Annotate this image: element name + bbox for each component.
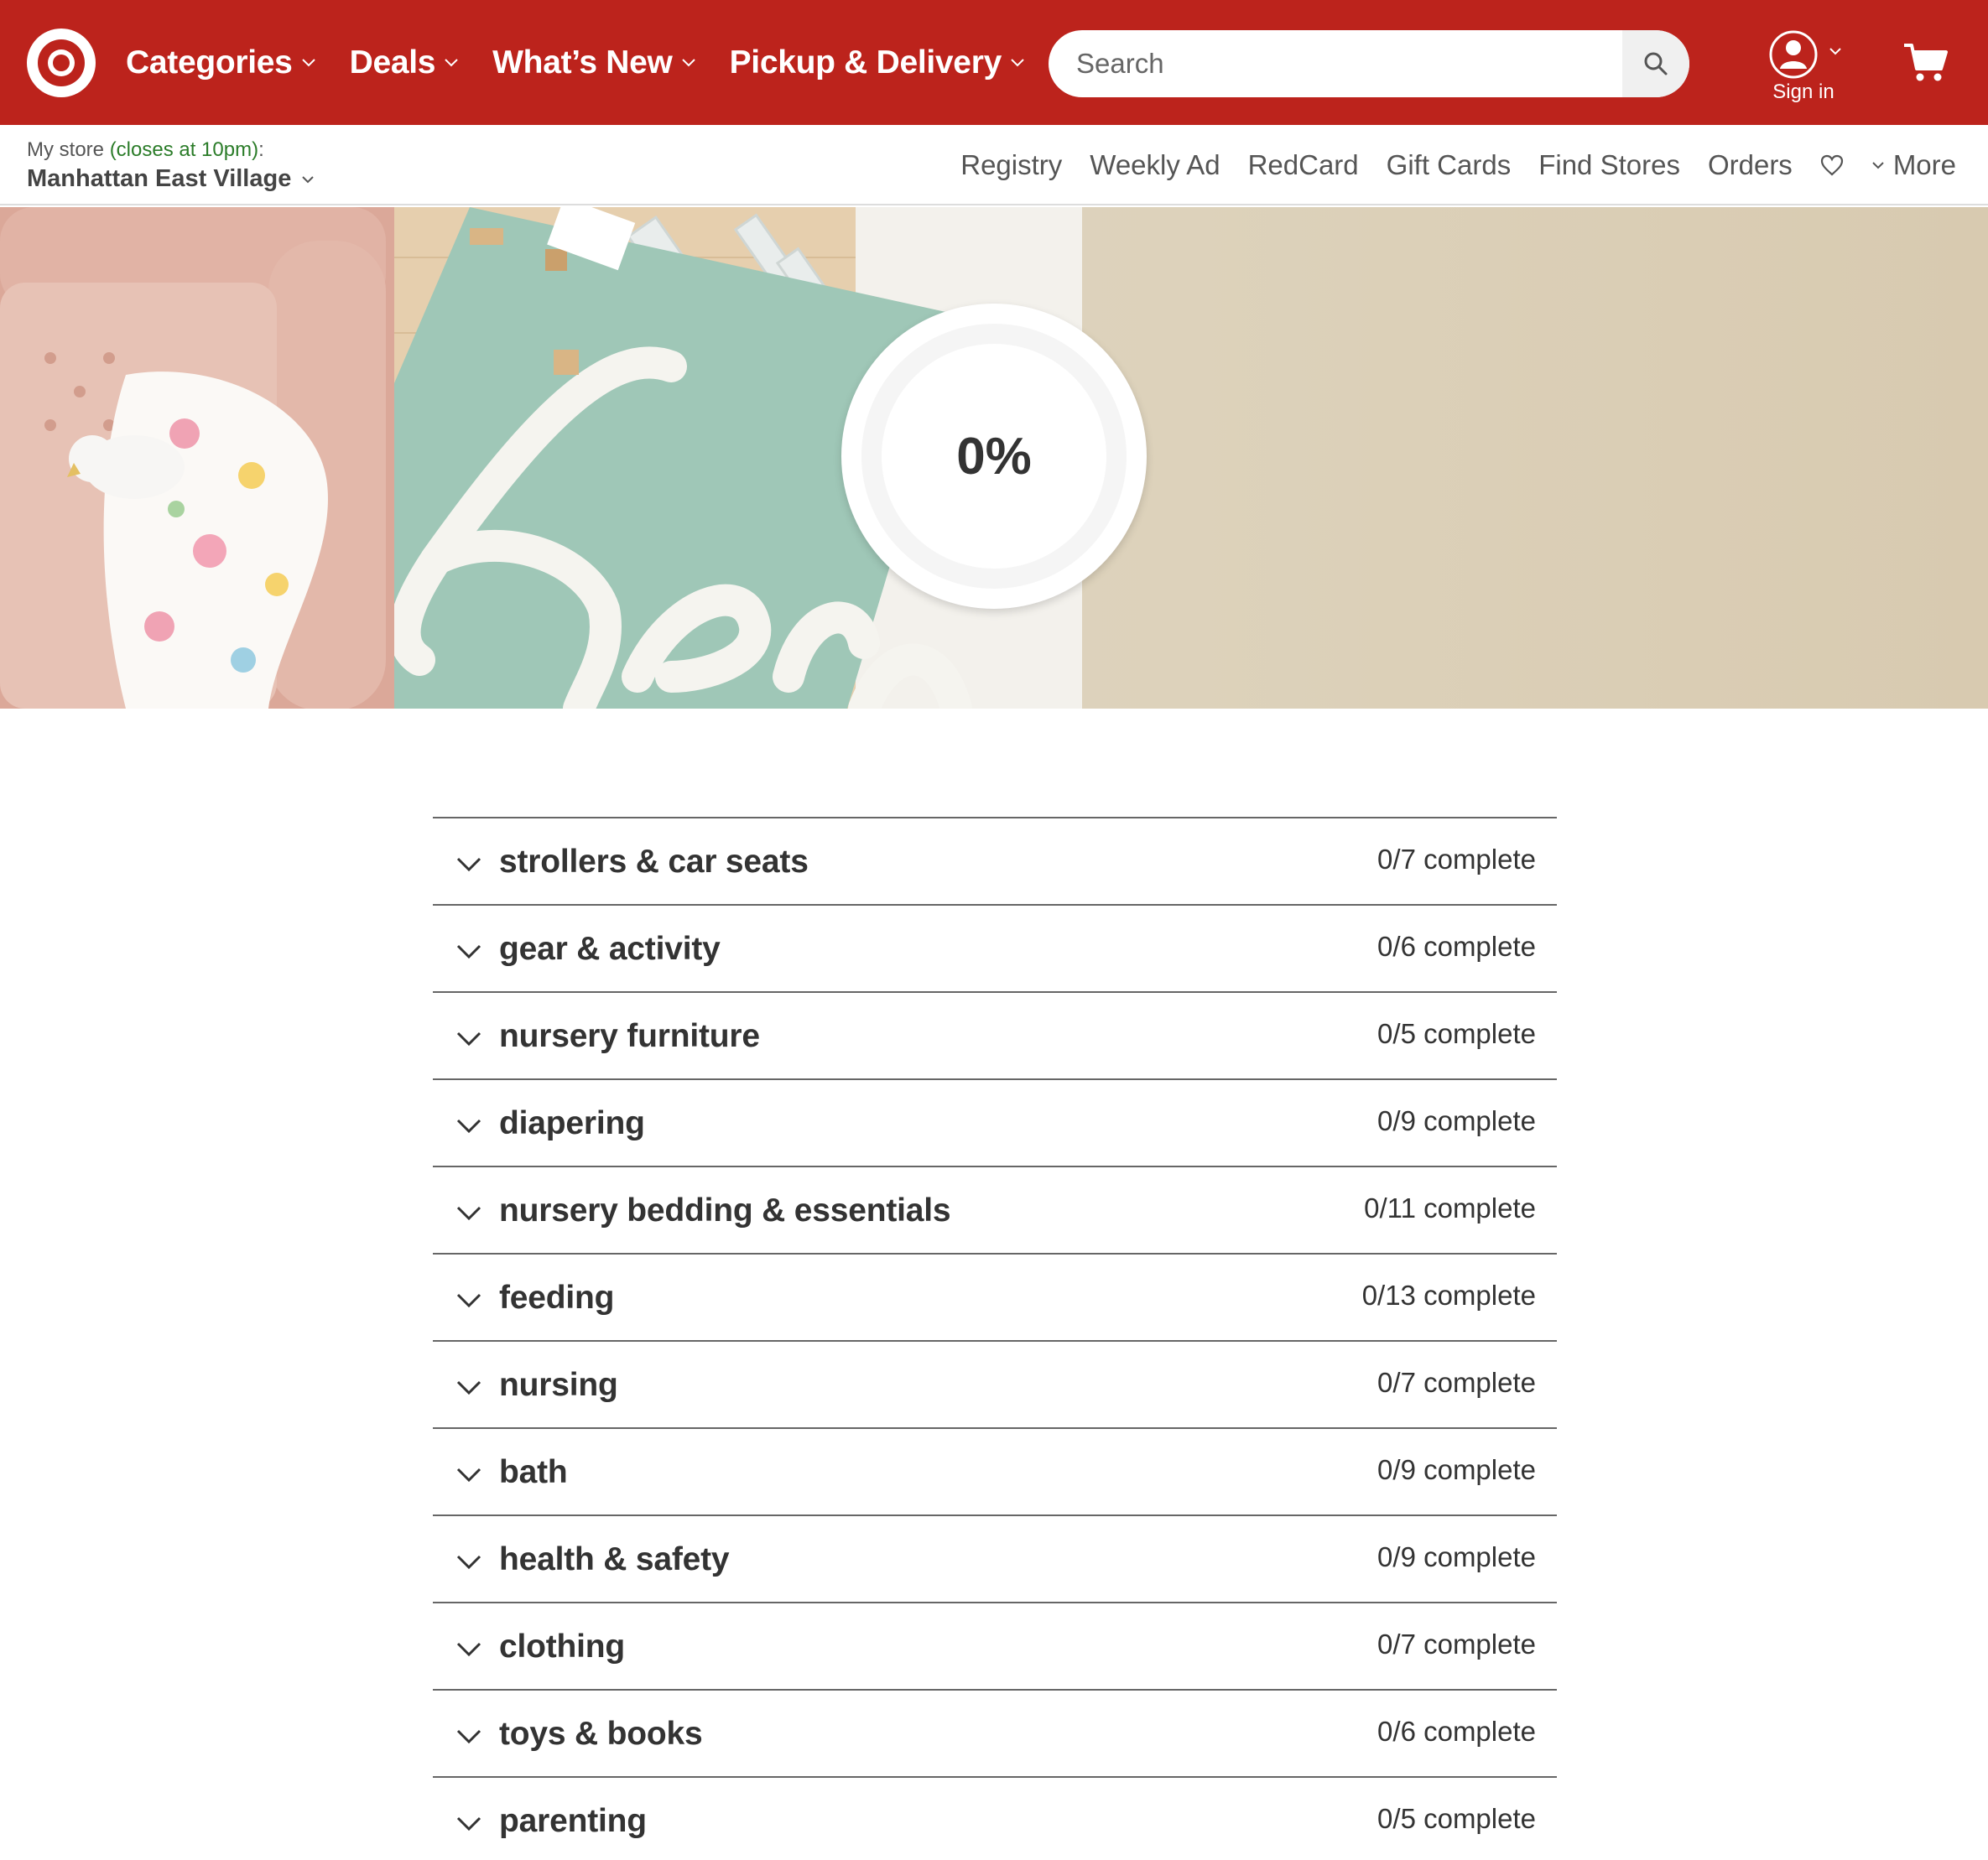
chevron-down-icon [302, 175, 315, 183]
category-name: feeding [499, 1280, 615, 1316]
category-name: nursery furniture [499, 1018, 760, 1054]
link-gift-cards[interactable]: Gift Cards [1387, 149, 1512, 181]
favorites-link[interactable] [1820, 154, 1844, 176]
chevron-down-icon [456, 1816, 481, 1831]
sub-header: My store (closes at 10pm): Manhattan Eas… [0, 125, 1988, 205]
store-selector[interactable]: My store (closes at 10pm): Manhattan Eas… [27, 138, 315, 193]
link-registry[interactable]: Registry [960, 149, 1062, 181]
category-count: 0/6 complete [1377, 931, 1536, 962]
category-count: 0/7 complete [1377, 1629, 1536, 1660]
category-name: strollers & car seats [499, 844, 809, 880]
checklist-row[interactable]: parenting 0/5 complete [433, 1778, 1557, 1860]
checklist-row[interactable]: gear & activity 0/6 complete [433, 906, 1557, 993]
category-count: 0/6 complete [1377, 1716, 1536, 1747]
checklist-row[interactable]: feeding 0/13 complete [433, 1255, 1557, 1342]
chevron-down-icon [456, 1380, 481, 1395]
account-menu[interactable]: Sign in [1762, 29, 1845, 104]
category-count: 0/9 complete [1377, 1541, 1536, 1572]
chevron-down-icon [1011, 58, 1024, 66]
more-menu[interactable]: More [1871, 149, 1956, 181]
store-info: My store (closes at 10pm): [27, 138, 315, 162]
category-name: diapering [499, 1105, 645, 1141]
category-name: health & safety [499, 1541, 730, 1577]
category-name: nursery bedding & essentials [499, 1192, 951, 1229]
search-button[interactable] [1622, 30, 1689, 97]
progress-ring: 0% [841, 304, 1147, 609]
category-count: 0/11 complete [1364, 1192, 1536, 1224]
chevron-down-icon [456, 1555, 481, 1570]
progress-percent: 0% [956, 427, 1032, 486]
chevron-down-icon [456, 1206, 481, 1221]
category-name: toys & books [499, 1716, 703, 1752]
category-count: 0/7 complete [1377, 844, 1536, 875]
nav-whats-new[interactable]: What’s New [492, 44, 695, 81]
category-name: bath [499, 1454, 568, 1490]
category-count: 0/13 complete [1361, 1280, 1536, 1311]
chevron-down-icon [456, 1031, 481, 1047]
link-redcard[interactable]: RedCard [1248, 149, 1359, 181]
checklist-row[interactable]: nursery furniture 0/5 complete [433, 993, 1557, 1080]
category-name: parenting [499, 1803, 647, 1839]
store-prefix: My store [27, 138, 105, 161]
chevron-down-icon [681, 58, 695, 66]
chevron-down-icon [445, 58, 458, 66]
category-name: clothing [499, 1629, 626, 1665]
category-count: 0/7 complete [1377, 1367, 1536, 1398]
checklist-row[interactable]: nursing 0/7 complete [433, 1342, 1557, 1429]
store-name-row[interactable]: Manhattan East Village [27, 165, 315, 193]
chevron-down-icon [1829, 48, 1841, 55]
category-count: 0/9 complete [1377, 1454, 1536, 1485]
category-name: gear & activity [499, 931, 721, 967]
nav-label: Categories [126, 44, 293, 81]
link-orders[interactable]: Orders [1708, 149, 1793, 181]
category-count: 0/5 complete [1377, 1018, 1536, 1049]
registry-checklist: strollers & car seats 0/7 complete gear … [433, 817, 1557, 1860]
main-nav: Categories Deals What’s New Pickup & Del… [126, 0, 1059, 125]
account-icon [1769, 30, 1818, 79]
heart-icon [1820, 154, 1843, 176]
checklist-row[interactable]: toys & books 0/6 complete [433, 1691, 1557, 1778]
chevron-down-icon [456, 1642, 481, 1657]
search-input[interactable] [1049, 30, 1622, 97]
nav-label: What’s New [492, 44, 673, 81]
nav-deals[interactable]: Deals [350, 44, 460, 81]
top-header: Categories Deals What’s New Pickup & Del… [0, 0, 1988, 125]
chevron-down-icon [456, 1293, 481, 1308]
chevron-down-icon [456, 1729, 481, 1744]
nav-label: Pickup & Delivery [729, 44, 1002, 81]
chevron-down-icon [456, 1119, 481, 1134]
sign-in-label: Sign in [1772, 81, 1834, 103]
utility-nav: Registry Weekly Ad RedCard Gift Cards Fi… [933, 125, 1956, 205]
checklist-row[interactable]: clothing 0/7 complete [433, 1603, 1557, 1691]
link-find-stores[interactable]: Find Stores [1538, 149, 1680, 181]
checklist-row[interactable]: diapering 0/9 complete [433, 1080, 1557, 1167]
search-bar [1049, 30, 1689, 97]
chevron-down-icon [1872, 162, 1884, 169]
hero-banner: 0% [0, 207, 1988, 709]
store-suffix: : [258, 138, 264, 161]
checklist-row[interactable]: health & safety 0/9 complete [433, 1516, 1557, 1603]
chevron-down-icon [456, 944, 481, 959]
nav-pickup-delivery[interactable]: Pickup & Delivery [730, 44, 1025, 81]
checklist-row[interactable]: nursery bedding & essentials 0/11 comple… [433, 1167, 1557, 1255]
nav-label: Deals [349, 44, 436, 81]
checklist-row[interactable]: strollers & car seats 0/7 complete [433, 818, 1557, 906]
chevron-down-icon [456, 1468, 481, 1483]
nav-categories[interactable]: Categories [126, 44, 316, 81]
target-logo-icon[interactable] [27, 29, 96, 97]
category-count: 0/9 complete [1377, 1105, 1536, 1136]
category-count: 0/5 complete [1377, 1803, 1536, 1834]
chevron-down-icon [301, 58, 315, 66]
search-icon [1644, 52, 1668, 75]
store-name: Manhattan East Village [27, 165, 292, 192]
checklist-row[interactable]: bath 0/9 complete [433, 1429, 1557, 1516]
store-hours: (closes at 10pm) [109, 138, 259, 161]
category-name: nursing [499, 1367, 618, 1403]
link-weekly-ad[interactable]: Weekly Ad [1090, 149, 1220, 181]
chevron-down-icon [456, 857, 481, 872]
more-label: More [1892, 149, 1956, 180]
cart-icon[interactable] [1902, 39, 1949, 86]
